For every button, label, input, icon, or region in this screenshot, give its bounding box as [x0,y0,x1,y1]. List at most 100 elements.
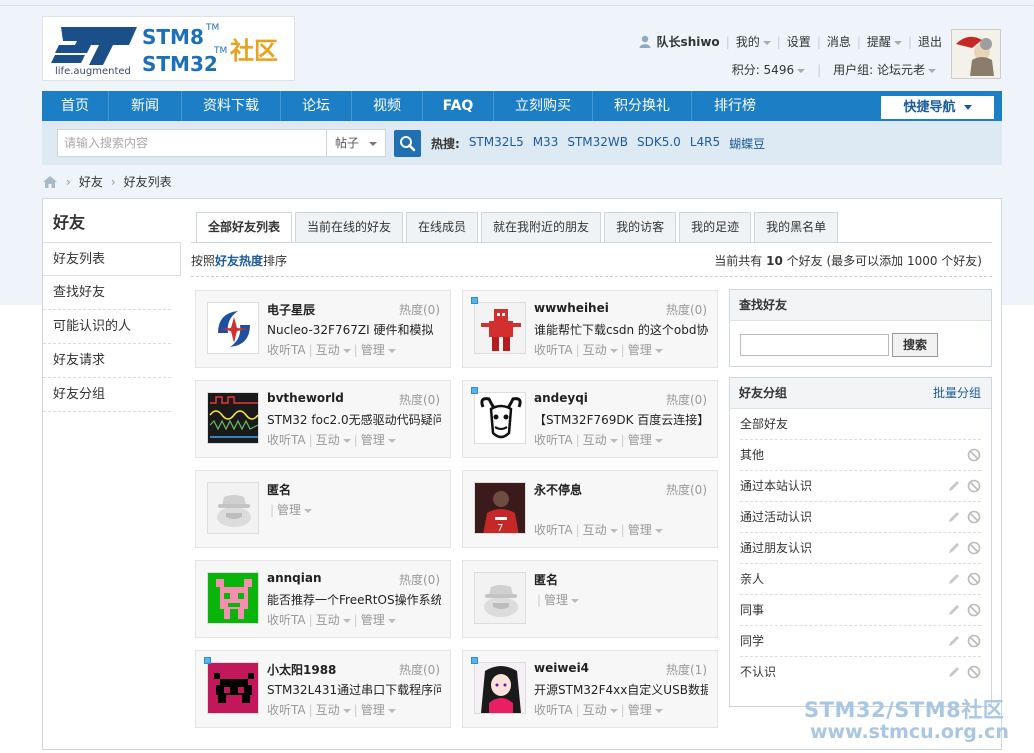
tab-my-blacklist[interactable]: 我的黑名单 [754,212,839,243]
friend-name[interactable]: weiwei4 [534,661,589,675]
manage-menu[interactable]: 管理 [628,433,663,447]
group-item[interactable]: 全部好友 [740,409,981,440]
tab-online-friends[interactable]: 当前在线的好友 [295,212,404,243]
follow-button[interactable]: 收听TA [534,703,573,717]
sort-by-heat-link[interactable]: 好友热度 [215,254,263,268]
friend-avatar[interactable] [474,302,526,354]
follow-button[interactable]: 收听TA [534,433,573,447]
find-friend-input[interactable] [740,334,889,356]
hot-term-link[interactable]: SDK5.0 [637,135,681,152]
sidebar-item-friend-list[interactable]: 好友列表 [43,242,181,276]
site-logo[interactable]: life.augmented STM8 TM STM32 TM 社区 [42,16,295,81]
group-item[interactable]: 同事 [740,595,981,626]
manage-menu[interactable]: 管理 [628,523,663,537]
friend-status-message[interactable]: STM32L431通过串口下载程序问 [267,681,441,698]
group-item[interactable]: 其他 [740,440,981,471]
interact-menu[interactable]: 互动 [316,703,351,717]
nav-buy[interactable]: 立刻购买 [494,91,593,121]
quick-nav-button[interactable]: 快捷导航 [881,96,994,119]
reminders-menu[interactable]: 提醒 [867,33,902,50]
friend-name[interactable]: wwwheihei [534,301,609,315]
settings-link[interactable]: 设置 [787,33,811,50]
friend-status-message[interactable]: 能否推荐一个FreeRtOS操作系统 [267,591,441,608]
search-input[interactable]: 请输入搜索内容 [57,129,327,157]
edit-icon[interactable] [947,634,961,648]
edit-icon[interactable] [947,479,961,493]
find-friend-search-button[interactable]: 搜索 [892,333,938,357]
delete-group-icon[interactable] [967,510,981,524]
friend-avatar[interactable] [207,662,259,714]
friend-avatar[interactable] [207,482,259,534]
edit-icon[interactable] [947,572,961,586]
hot-term-link[interactable]: L4R5 [690,135,720,152]
tab-nearby-friends[interactable]: 就在我附近的朋友 [481,212,602,243]
nav-ranking[interactable]: 排行榜 [692,91,778,121]
friend-avatar[interactable] [207,392,259,444]
friend-name[interactable]: 小太阳1988 [267,661,336,678]
delete-group-icon[interactable] [967,448,981,462]
interact-menu[interactable]: 互动 [316,343,351,357]
friend-name[interactable]: 永不停息 [534,481,582,498]
hot-term-link[interactable]: 蝴蝶豆 [729,135,765,152]
friend-status-message[interactable]: 谁能帮忙下载csdn 的这个obd协 [534,321,708,338]
user-avatar[interactable] [951,29,1001,79]
friend-status-message[interactable]: Nucleo-32F767ZI 硬件和模拟 [267,321,441,338]
friend-name[interactable]: bvtheworld [267,391,344,405]
group-item[interactable]: 通过本站认识 [740,471,981,502]
tab-all-friends[interactable]: 全部好友列表 [196,212,293,243]
friend-avatar[interactable] [207,572,259,624]
friend-status-message[interactable]: 开源STM32F4xx自定义USB数据 [534,681,708,698]
manage-menu[interactable]: 管理 [544,593,580,607]
breadcrumb-friend-list[interactable]: 好友列表 [124,173,172,190]
nav-faq[interactable]: FAQ [423,91,494,121]
manage-menu[interactable]: 管理 [361,703,396,717]
username-link[interactable]: 队长shiwo [657,33,720,50]
delete-group-icon[interactable] [967,541,981,555]
my-menu[interactable]: 我的 [736,33,771,50]
manage-menu[interactable]: 管理 [628,703,663,717]
delete-group-icon[interactable] [967,634,981,648]
manage-menu[interactable]: 管理 [277,503,313,517]
edit-icon[interactable] [947,541,961,555]
follow-button[interactable]: 收听TA [534,343,573,357]
delete-group-icon[interactable] [967,479,981,493]
nav-home[interactable]: 首页 [42,91,109,121]
nav-points-gift[interactable]: 积分换礼 [593,91,692,121]
friend-name[interactable]: 匿名 [534,571,558,588]
batch-group-link[interactable]: 批量分组 [933,378,981,409]
sidebar-item-friend-requests[interactable]: 好友请求 [43,344,171,378]
hot-term-link[interactable]: M33 [533,135,559,152]
tab-my-footprints[interactable]: 我的足迹 [679,212,752,243]
group-item[interactable]: 同学 [740,626,981,657]
delete-group-icon[interactable] [967,572,981,586]
edit-icon[interactable] [947,603,961,617]
group-item[interactable]: 不认识 [740,657,981,688]
search-button[interactable] [394,130,421,157]
nav-forum[interactable]: 论坛 [281,91,352,121]
nav-video[interactable]: 视频 [352,91,423,121]
follow-button[interactable]: 收听TA [267,343,306,357]
friend-name[interactable]: andeyqi [534,391,588,405]
interact-menu[interactable]: 互动 [583,343,618,357]
edit-icon[interactable] [947,665,961,679]
friend-name[interactable]: 匿名 [267,481,291,498]
usergroup-menu[interactable]: 用户组: 论坛元老 [833,61,936,78]
edit-icon[interactable] [947,510,961,524]
search-type-select[interactable]: 帖子 [326,129,386,157]
delete-group-icon[interactable] [967,603,981,617]
follow-button[interactable]: 收听TA [267,703,306,717]
interact-menu[interactable]: 互动 [316,433,351,447]
hot-term-link[interactable]: STM32L5 [469,135,524,152]
home-icon[interactable] [42,175,58,189]
friend-avatar[interactable] [474,392,526,444]
tab-my-visitors[interactable]: 我的访客 [604,212,677,243]
friend-status-message[interactable]: 【STM32F769DK 百度云连接】 [534,411,708,428]
interact-menu[interactable]: 互动 [316,613,351,627]
friend-status-message[interactable]: STM32 foc2.0无感驱动代码疑问 [267,411,441,428]
nav-downloads[interactable]: 资料下载 [182,91,281,121]
group-item[interactable]: 亲人 [740,564,981,595]
friend-name[interactable]: annqian [267,571,322,585]
friend-name[interactable]: 电子星辰 [267,301,315,318]
breadcrumb-friends[interactable]: 好友 [79,173,103,190]
interact-menu[interactable]: 互动 [583,703,618,717]
